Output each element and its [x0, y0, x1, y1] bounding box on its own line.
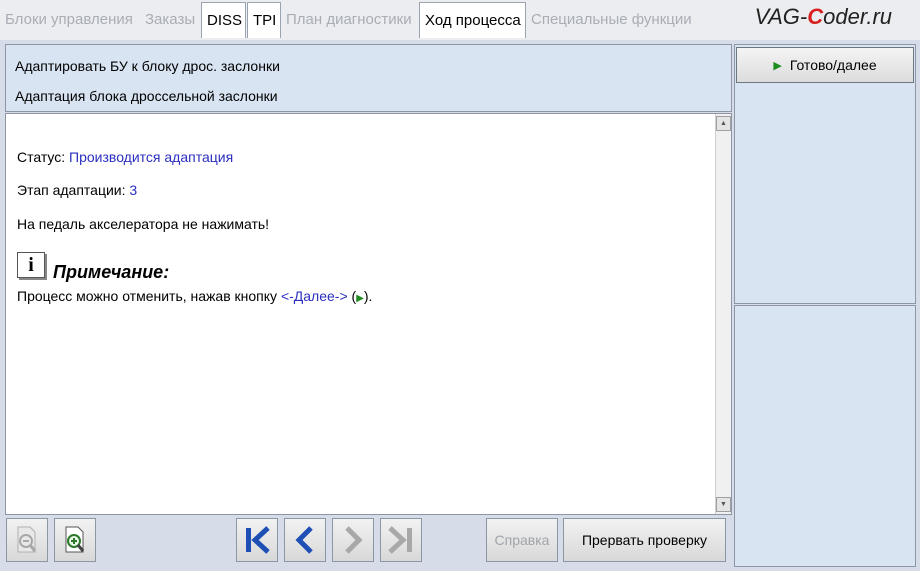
- zoom-out-button[interactable]: [6, 518, 48, 562]
- brand-logo: VAG-Coder.ru: [754, 4, 892, 29]
- tab-diagnostic-plan[interactable]: План диагностики: [281, 2, 419, 38]
- help-button[interactable]: Справка: [486, 518, 558, 562]
- tab-bar: Блоки управления Заказы DISS TPI План ди…: [0, 0, 920, 40]
- previous-step-button[interactable]: [284, 518, 326, 562]
- warning-text: На педаль акселератора не нажимать!: [17, 216, 270, 232]
- next-step-button[interactable]: [332, 518, 374, 562]
- info-icon: i: [17, 252, 45, 278]
- stage-label: Этап адаптации:: [17, 182, 126, 198]
- play-icon: ▶: [773, 59, 782, 72]
- process-content-area: Статус: Производится адаптация Этап адап…: [5, 113, 732, 515]
- zoom-in-icon: [65, 526, 85, 553]
- zoom-in-button[interactable]: [54, 518, 96, 562]
- note-text: Процесс можно отменить, нажав кнопку <-Д…: [17, 288, 373, 304]
- right-empty-panel: [734, 305, 916, 567]
- scroll-up-button[interactable]: ▲: [716, 116, 731, 131]
- tab-control-units[interactable]: Блоки управления: [0, 2, 140, 38]
- scroll-down-button[interactable]: ▼: [716, 497, 731, 512]
- status-line: Статус: Производится адаптация: [17, 149, 233, 165]
- skip-last-icon: [388, 526, 412, 554]
- stage-line: Этап адаптации: 3: [17, 182, 137, 198]
- status-value: Производится адаптация: [69, 149, 234, 165]
- done-next-label: Готово/далее: [789, 57, 877, 73]
- tab-diss[interactable]: DISS: [201, 2, 246, 38]
- chevron-right-icon: [345, 526, 363, 554]
- procedure-header: Адаптировать БУ к блоку дрос. заслонки А…: [5, 44, 732, 112]
- next-button-reference: <-Далее->: [280, 288, 348, 304]
- status-label: Статус:: [17, 149, 66, 165]
- right-action-panel: ▶ Готово/далее: [734, 44, 916, 304]
- done-next-button[interactable]: ▶ Готово/далее: [736, 47, 914, 83]
- tab-process-progress[interactable]: Ход процесса: [419, 2, 526, 38]
- tab-orders[interactable]: Заказы: [140, 2, 200, 38]
- abort-check-button[interactable]: Прервать проверку: [563, 518, 726, 562]
- first-step-button[interactable]: [236, 518, 278, 562]
- skip-first-icon: [246, 526, 270, 554]
- chevron-left-icon: [295, 526, 313, 554]
- procedure-subtitle: Адаптация блока дроссельной заслонки: [15, 88, 278, 104]
- note-title: Примечание:: [53, 262, 170, 282]
- tab-special-functions[interactable]: Специальные функции: [526, 2, 698, 38]
- tab-tpi[interactable]: TPI: [247, 2, 281, 38]
- last-step-button[interactable]: [380, 518, 422, 562]
- vertical-scrollbar[interactable]: ▲ ▼: [715, 114, 731, 514]
- play-icon-inline: ▶: [356, 293, 364, 304]
- stage-value: 3: [129, 182, 138, 198]
- procedure-title: Адаптировать БУ к блоку дрос. заслонки: [15, 58, 280, 74]
- zoom-out-icon: [17, 526, 37, 553]
